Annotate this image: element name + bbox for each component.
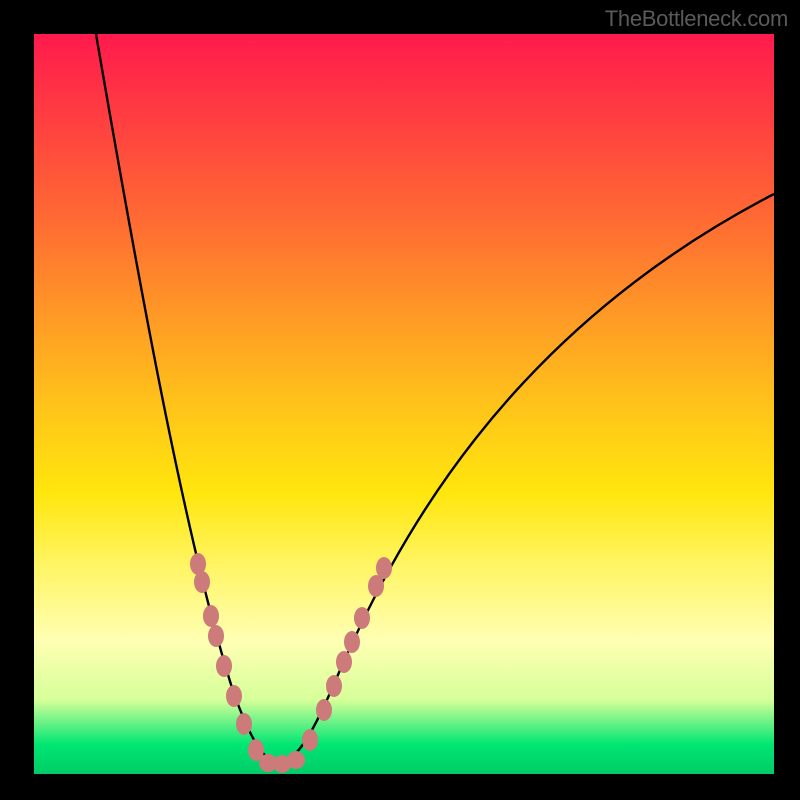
watermark-text: TheBottleneck.com	[605, 6, 788, 32]
marker-right	[302, 729, 318, 751]
marker-left	[203, 605, 219, 627]
marker-left	[194, 571, 210, 593]
marker-bottom	[287, 751, 305, 769]
plot-area	[34, 34, 774, 774]
bottleneck-curve	[96, 34, 774, 762]
marker-right	[336, 651, 352, 673]
marker-right	[354, 607, 370, 629]
marker-left	[236, 713, 252, 735]
marker-left	[226, 685, 242, 707]
curve-svg	[34, 34, 774, 774]
marker-left	[216, 655, 232, 677]
marker-right	[344, 631, 360, 653]
marker-right	[316, 699, 332, 721]
marker-right	[326, 675, 342, 697]
marker-right	[376, 557, 392, 579]
marker-left	[208, 625, 224, 647]
chart-frame: TheBottleneck.com	[0, 0, 800, 800]
